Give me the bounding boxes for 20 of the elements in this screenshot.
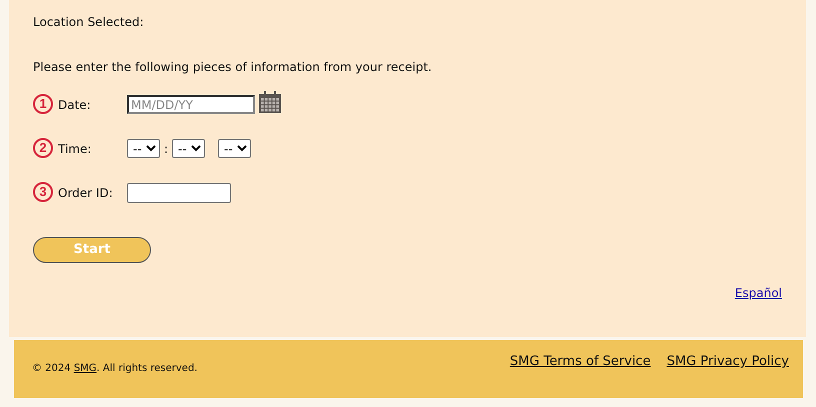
time-select[interactable]: --: [218, 139, 252, 158]
language-link[interactable]: Español: [734, 286, 782, 300]
step-number-icon: 1: [33, 94, 53, 114]
step-number-icon: 3: [33, 182, 53, 202]
date-field[interactable]: MM/DD/YY: [127, 95, 255, 114]
time-select[interactable]: --: [127, 139, 160, 158]
calendar-icon[interactable]: [258, 90, 282, 114]
time-select[interactable]: --: [172, 139, 206, 158]
time-separator: :: [164, 140, 168, 158]
company-link[interactable]: SMG: [74, 363, 97, 374]
order-id-field[interactable]: [127, 183, 231, 203]
step-number-icon: 2: [33, 138, 53, 158]
instructions-text: Please enter the following pieces of information from your receipt.: [33, 59, 433, 76]
copyright-text: © 2024 SMG. All rights reserved.: [32, 362, 198, 376]
field-label: Order ID:: [57, 185, 114, 202]
location-label: Location Selected:: [33, 14, 145, 31]
field-label: Date:: [57, 97, 92, 114]
footer-link[interactable]: SMG Privacy Policy: [666, 352, 789, 398]
footer-link[interactable]: SMG Terms of Service: [510, 352, 651, 398]
field-label: Time:: [57, 141, 92, 158]
